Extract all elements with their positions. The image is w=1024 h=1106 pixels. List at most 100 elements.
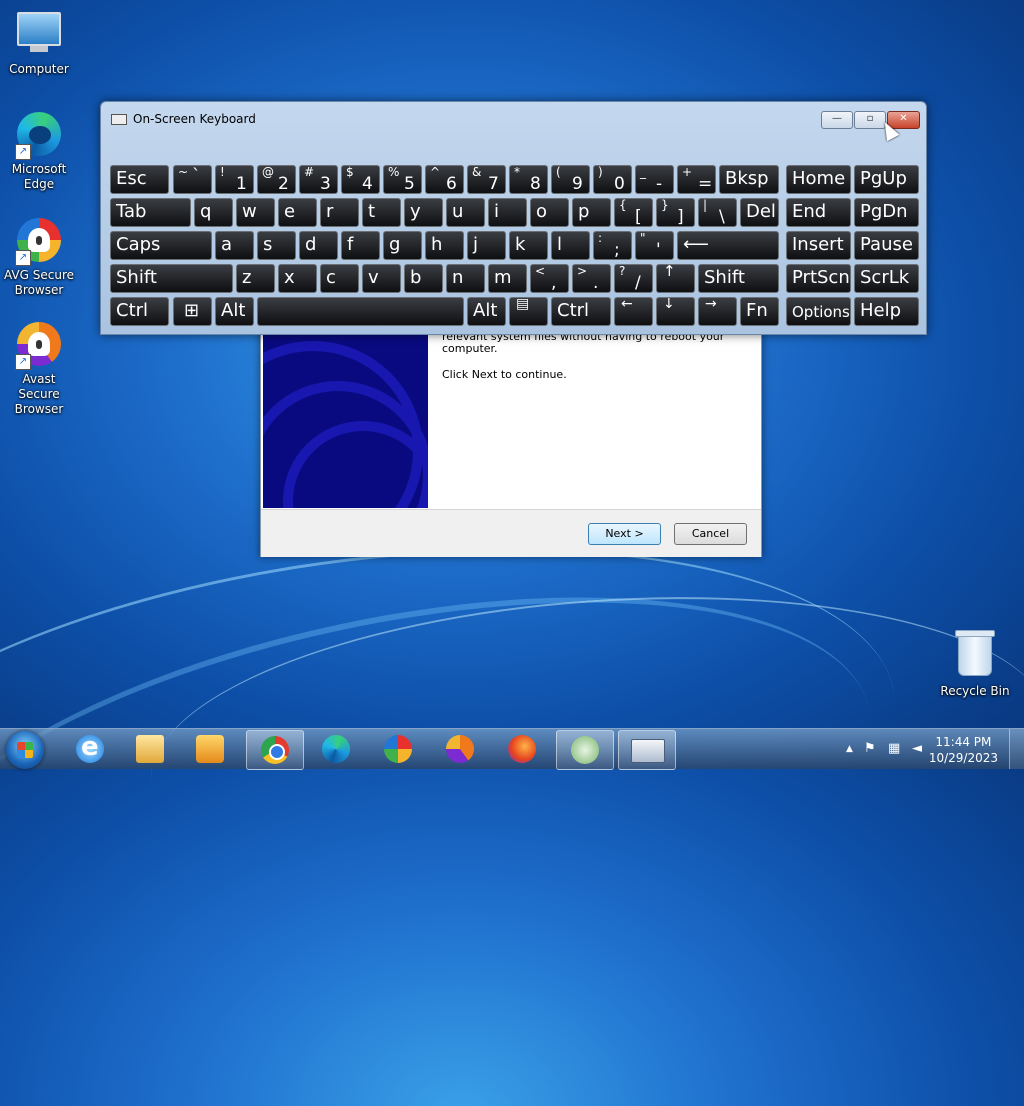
- key-w[interactable]: w: [236, 198, 275, 227]
- key-quote[interactable]: " ': [635, 231, 674, 260]
- key-left-arrow[interactable]: ←: [614, 297, 653, 326]
- key-pause[interactable]: Pause: [854, 231, 919, 260]
- key-home[interactable]: Home: [786, 165, 851, 194]
- key-left-shift[interactable]: Shift: [110, 264, 233, 293]
- key-pgdn[interactable]: PgDn: [854, 198, 919, 227]
- key-1[interactable]: ! 1: [215, 165, 254, 194]
- cancel-button[interactable]: Cancel: [674, 523, 747, 545]
- taskbar-media-player[interactable]: [182, 730, 238, 768]
- key-r[interactable]: r: [320, 198, 359, 227]
- key-6[interactable]: ^ 6: [425, 165, 464, 194]
- taskbar-edge[interactable]: [308, 730, 364, 768]
- key-left-ctrl[interactable]: Ctrl: [110, 297, 169, 326]
- key-prtscn[interactable]: PrtScn: [786, 264, 851, 293]
- minimize-button[interactable]: —: [821, 111, 853, 129]
- key-equal[interactable]: + =: [677, 165, 716, 194]
- key-d[interactable]: d: [299, 231, 338, 260]
- key-v[interactable]: v: [362, 264, 401, 293]
- taskbar-setup-wizard[interactable]: [556, 730, 614, 770]
- key-o[interactable]: o: [530, 198, 569, 227]
- key-right-shift[interactable]: Shift: [698, 264, 779, 293]
- key-t[interactable]: t: [362, 198, 401, 227]
- desktop-icon-avg-browser[interactable]: ↗ AVG Secure Browser: [1, 216, 77, 298]
- key-space[interactable]: [257, 297, 464, 326]
- key-right-bracket[interactable]: }]: [656, 198, 695, 227]
- key-minus[interactable]: _ -: [635, 165, 674, 194]
- key-q[interactable]: q: [194, 198, 233, 227]
- key-backslash[interactable]: | \: [698, 198, 737, 227]
- key-2[interactable]: @2: [257, 165, 296, 194]
- key-4[interactable]: $4: [341, 165, 380, 194]
- network-icon[interactable]: ▦: [888, 741, 900, 756]
- show-desktop-button[interactable]: [1009, 729, 1024, 769]
- key-windows[interactable]: ⊞: [173, 297, 212, 326]
- key-f[interactable]: f: [341, 231, 380, 260]
- key-enter[interactable]: ⟵: [677, 231, 779, 260]
- key-scrlk[interactable]: ScrLk: [854, 264, 919, 293]
- key-h[interactable]: h: [425, 231, 464, 260]
- key-j[interactable]: j: [467, 231, 506, 260]
- next-button[interactable]: Next >: [588, 523, 661, 545]
- desktop-icon-recycle-bin[interactable]: Recycle Bin: [937, 630, 1013, 699]
- desktop-icon-edge[interactable]: ↗ Microsoft Edge: [1, 110, 77, 192]
- key-tilde[interactable]: ~ `: [173, 165, 212, 194]
- key-help[interactable]: Help: [854, 297, 919, 326]
- key-u[interactable]: u: [446, 198, 485, 227]
- key-z[interactable]: z: [236, 264, 275, 293]
- taskbar-firefox[interactable]: [494, 730, 550, 768]
- action-center-flag-icon[interactable]: ⚑: [864, 741, 876, 756]
- key-fn[interactable]: Fn: [740, 297, 779, 326]
- desktop-icon-computer[interactable]: Computer: [1, 8, 77, 77]
- key-m[interactable]: m: [488, 264, 527, 293]
- volume-icon[interactable]: ◄: [912, 741, 922, 756]
- key-period[interactable]: >.: [572, 264, 611, 293]
- taskbar-chrome[interactable]: [246, 730, 304, 770]
- key-caps[interactable]: Caps: [110, 231, 212, 260]
- key-backspace[interactable]: Bksp: [719, 165, 779, 194]
- key-esc[interactable]: Esc: [110, 165, 169, 194]
- key-right-alt[interactable]: Alt: [467, 297, 506, 326]
- desktop-icon-avast-browser[interactable]: ↗ Avast Secure Browser: [1, 320, 77, 417]
- key-pgup[interactable]: PgUp: [854, 165, 919, 194]
- key-menu[interactable]: ▤: [509, 297, 548, 326]
- key-semicolon[interactable]: :;: [593, 231, 632, 260]
- key-i[interactable]: i: [488, 198, 527, 227]
- key-3[interactable]: #3: [299, 165, 338, 194]
- key-y[interactable]: y: [404, 198, 443, 227]
- taskbar-on-screen-keyboard[interactable]: [618, 730, 676, 770]
- taskbar-file-explorer[interactable]: [122, 730, 178, 768]
- key-right-ctrl[interactable]: Ctrl: [551, 297, 611, 326]
- key-a[interactable]: a: [215, 231, 254, 260]
- key-e[interactable]: e: [278, 198, 317, 227]
- taskbar-avast-browser[interactable]: [432, 730, 488, 768]
- key-up-arrow[interactable]: ↑: [656, 264, 695, 293]
- key-c[interactable]: c: [320, 264, 359, 293]
- clock[interactable]: 11:44 PM 10/29/2023: [929, 734, 998, 766]
- key-right-arrow[interactable]: →: [698, 297, 737, 326]
- key-left-alt[interactable]: Alt: [215, 297, 254, 326]
- key-options[interactable]: Options: [786, 297, 851, 326]
- key-g[interactable]: g: [383, 231, 422, 260]
- key-n[interactable]: n: [446, 264, 485, 293]
- key-del[interactable]: Del: [740, 198, 779, 227]
- key-0[interactable]: ) 0: [593, 165, 632, 194]
- key-end[interactable]: End: [786, 198, 851, 227]
- key-p[interactable]: p: [572, 198, 611, 227]
- key-l[interactable]: l: [551, 231, 590, 260]
- start-button[interactable]: [6, 731, 44, 769]
- key-down-arrow[interactable]: ↓: [656, 297, 695, 326]
- key-b[interactable]: b: [404, 264, 443, 293]
- taskbar-avg-browser[interactable]: [370, 730, 426, 768]
- key-7[interactable]: & 7: [467, 165, 506, 194]
- key-8[interactable]: * 8: [509, 165, 548, 194]
- key-9[interactable]: (9: [551, 165, 590, 194]
- key-insert[interactable]: Insert: [786, 231, 851, 260]
- key-tab[interactable]: Tab: [110, 198, 191, 227]
- key-5[interactable]: % 5: [383, 165, 422, 194]
- show-hidden-icons-arrow-icon[interactable]: ▲: [846, 744, 853, 754]
- taskbar-internet-explorer[interactable]: [62, 730, 118, 768]
- key-slash[interactable]: ? /: [614, 264, 653, 293]
- key-k[interactable]: k: [509, 231, 548, 260]
- key-left-bracket[interactable]: {[: [614, 198, 653, 227]
- key-s[interactable]: s: [257, 231, 296, 260]
